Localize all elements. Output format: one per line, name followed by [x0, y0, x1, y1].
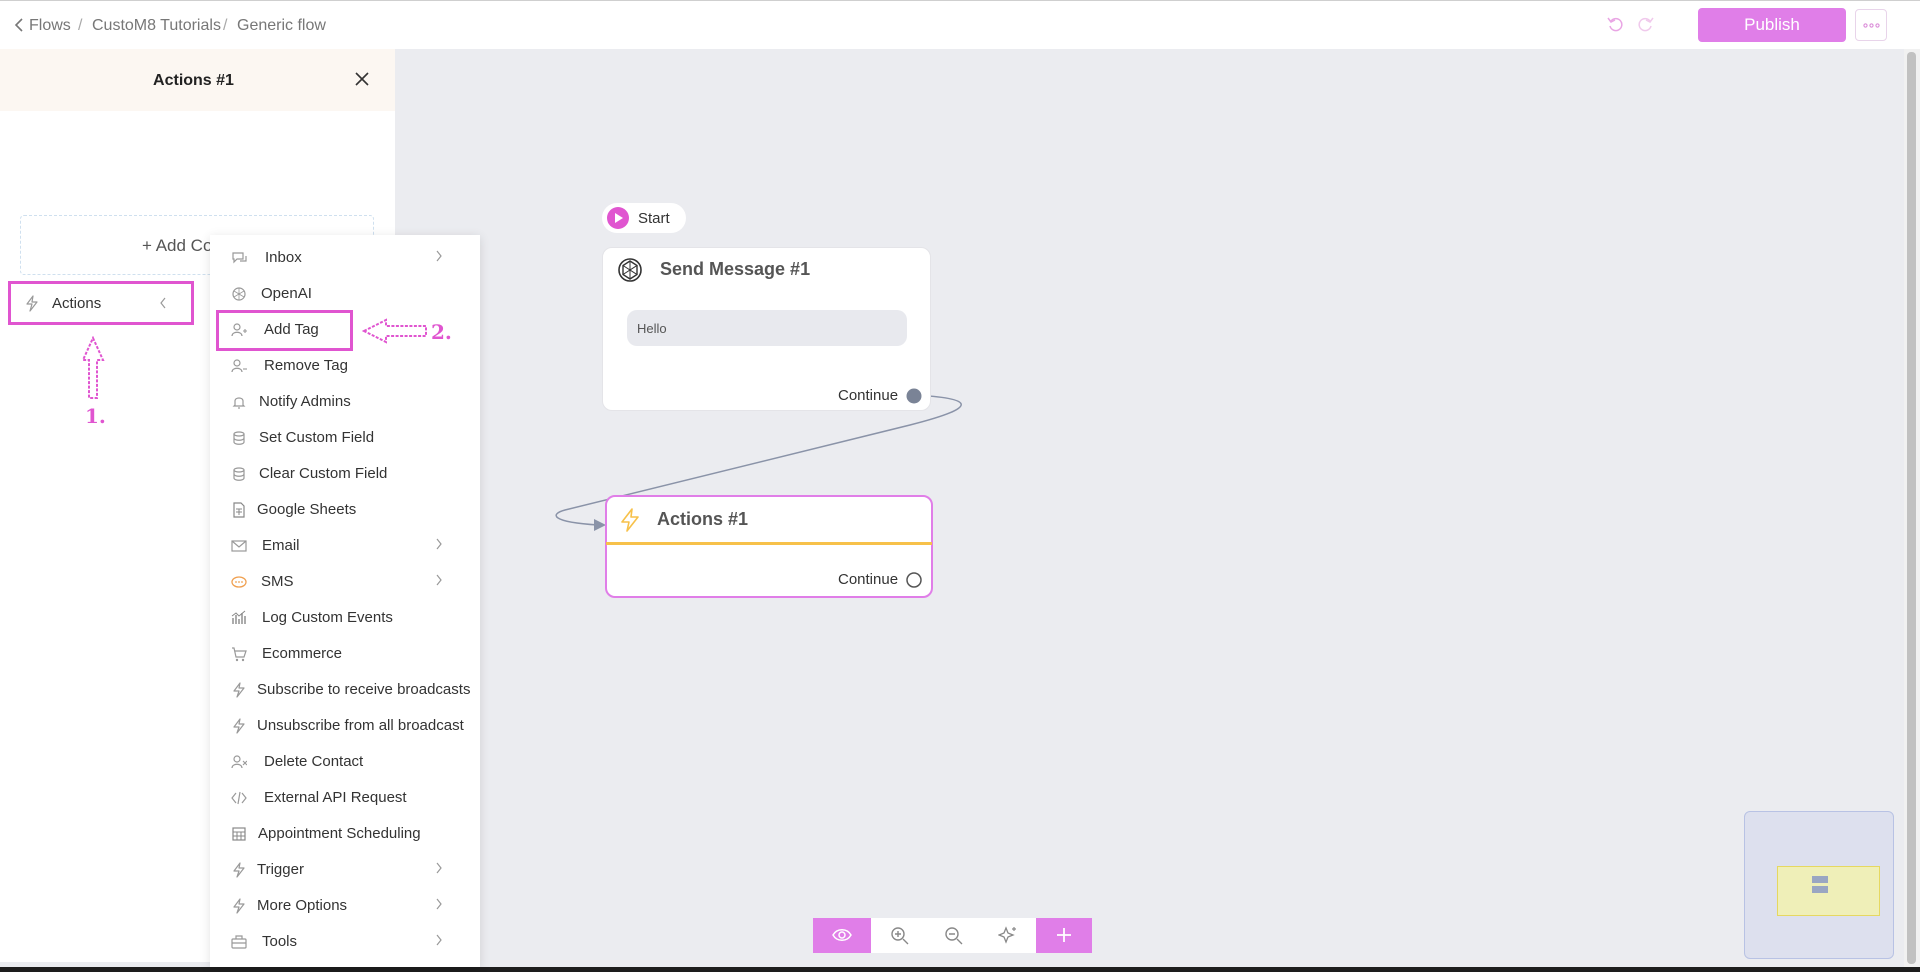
- send-message-title: Send Message #1: [660, 259, 811, 279]
- annotation-step-2: 2.: [431, 320, 452, 344]
- breadcrumb-flows[interactable]: Flows: [29, 17, 71, 35]
- bolt-icon: [233, 682, 245, 698]
- start-label: Start: [638, 210, 670, 227]
- chevron-right-icon: [436, 574, 442, 586]
- toolbox-icon: [231, 935, 247, 949]
- plus-icon: [1057, 928, 1071, 942]
- breadcrumb-current: Generic flow: [237, 17, 326, 34]
- connected-port-handle[interactable]: [906, 388, 922, 404]
- scrollbar-thumb[interactable]: [1907, 52, 1916, 964]
- menu-item-label: Trigger: [257, 861, 304, 878]
- bolt-icon: [621, 508, 639, 532]
- menu-item-label: Google Sheets: [257, 501, 357, 518]
- preview-button[interactable]: [813, 918, 871, 953]
- breadcrumb-separator: /: [78, 17, 83, 34]
- actions-item-label: Actions: [52, 295, 102, 312]
- menu-item-label: External API Request: [264, 789, 407, 806]
- chevron-left-icon[interactable]: [14, 18, 24, 32]
- database-icon: [233, 431, 245, 445]
- menu-item-label: More Options: [257, 897, 348, 914]
- chevron-right-icon: [436, 898, 442, 910]
- breadcrumb-separator: /: [223, 17, 228, 34]
- menu-item-label: Appointment Scheduling: [258, 825, 421, 842]
- annotation-arrow-left: [362, 318, 427, 344]
- bell-icon: [232, 397, 246, 409]
- menu-item-openai[interactable]: [210, 276, 480, 312]
- menu-item-label: Tools: [262, 933, 298, 950]
- cart-icon: [232, 647, 247, 662]
- breadcrumb-project[interactable]: CustoM8 Tutorials: [92, 17, 221, 35]
- chevron-right-icon: [436, 538, 442, 550]
- openai-icon: [618, 258, 642, 282]
- openai-icon: [232, 287, 246, 301]
- actions-node-title: Actions #1: [657, 509, 749, 529]
- chevron-right-icon: [436, 934, 442, 946]
- menu-item-label: Delete Contact: [264, 753, 364, 770]
- menu-item-label: Log Custom Events: [262, 609, 393, 626]
- sms-icon: [231, 576, 247, 588]
- actions-node-divider: [606, 542, 932, 545]
- menu-item-label: Clear Custom Field: [259, 465, 388, 482]
- continue-label: Continue: [838, 387, 899, 404]
- bolt-icon: [233, 862, 245, 878]
- message-bubble[interactable]: [627, 310, 907, 346]
- play-icon: [607, 207, 629, 229]
- zoom-in-icon[interactable]: [890, 926, 910, 946]
- user-tag-remove-icon: [231, 359, 247, 373]
- annotation-arrow-up: [81, 336, 105, 399]
- menu-item-label: Notify Admins: [259, 393, 351, 410]
- menu-item-label: Inbox: [265, 249, 302, 266]
- menu-item-label: Email: [262, 537, 300, 554]
- empty-port-handle[interactable]: [906, 572, 922, 588]
- mail-icon: [231, 540, 247, 552]
- zoom-controls: [871, 918, 1036, 953]
- menu-item-label: SMS: [261, 573, 294, 590]
- bolt-icon: [26, 295, 38, 312]
- menu-item-label: OpenAI: [261, 285, 312, 302]
- message-text: Hello: [637, 321, 667, 336]
- add-node-button[interactable]: [1036, 918, 1092, 953]
- bolt-icon: [233, 718, 245, 734]
- zoom-out-icon[interactable]: [944, 926, 964, 946]
- chevron-left-icon: [160, 297, 166, 309]
- database-clear-icon: [233, 467, 245, 481]
- menu-item-label: Unsubscribe from all broadcast: [257, 717, 464, 734]
- side-panel-title: Actions #1: [153, 72, 234, 89]
- menu-item-ecommerce[interactable]: [210, 636, 480, 672]
- add-tag-highlight: [216, 310, 353, 351]
- undo-icon[interactable]: [1607, 16, 1623, 32]
- window-bottom-edge: [0, 967, 1920, 972]
- chevron-right-icon: [436, 862, 442, 874]
- auto-layout-icon[interactable]: [998, 926, 1018, 946]
- redo-icon[interactable]: [1638, 16, 1654, 32]
- add-condition-label[interactable]: + Add Co: [142, 236, 212, 256]
- bolt-icon: [233, 898, 245, 914]
- code-icon: [231, 791, 247, 805]
- eye-icon: [832, 929, 852, 941]
- sheet-icon: [233, 502, 245, 518]
- chart-icon: [231, 610, 246, 624]
- publish-button[interactable]: Publish: [1698, 8, 1846, 42]
- more-horizontal-icon: [1863, 23, 1880, 28]
- user-delete-icon: [231, 755, 247, 769]
- calendar-icon: [232, 827, 246, 841]
- top-bar: Flows / CustoM8 Tutorials / Generic flow: [0, 0, 1920, 49]
- menu-item-label: Set Custom Field: [259, 429, 375, 446]
- chat-icon: [232, 252, 247, 264]
- more-options-button[interactable]: [1855, 9, 1887, 41]
- minimap-nodes: [1812, 876, 1828, 893]
- menu-item-label: Remove Tag: [264, 357, 348, 374]
- close-icon[interactable]: [355, 72, 369, 86]
- continue-label: Continue: [838, 571, 899, 588]
- menu-item-label: Ecommerce: [262, 645, 343, 662]
- chevron-right-icon: [436, 250, 442, 262]
- annotation-step-1: 1.: [85, 404, 106, 428]
- menu-item-label: Subscribe to receive broadcasts: [257, 681, 471, 698]
